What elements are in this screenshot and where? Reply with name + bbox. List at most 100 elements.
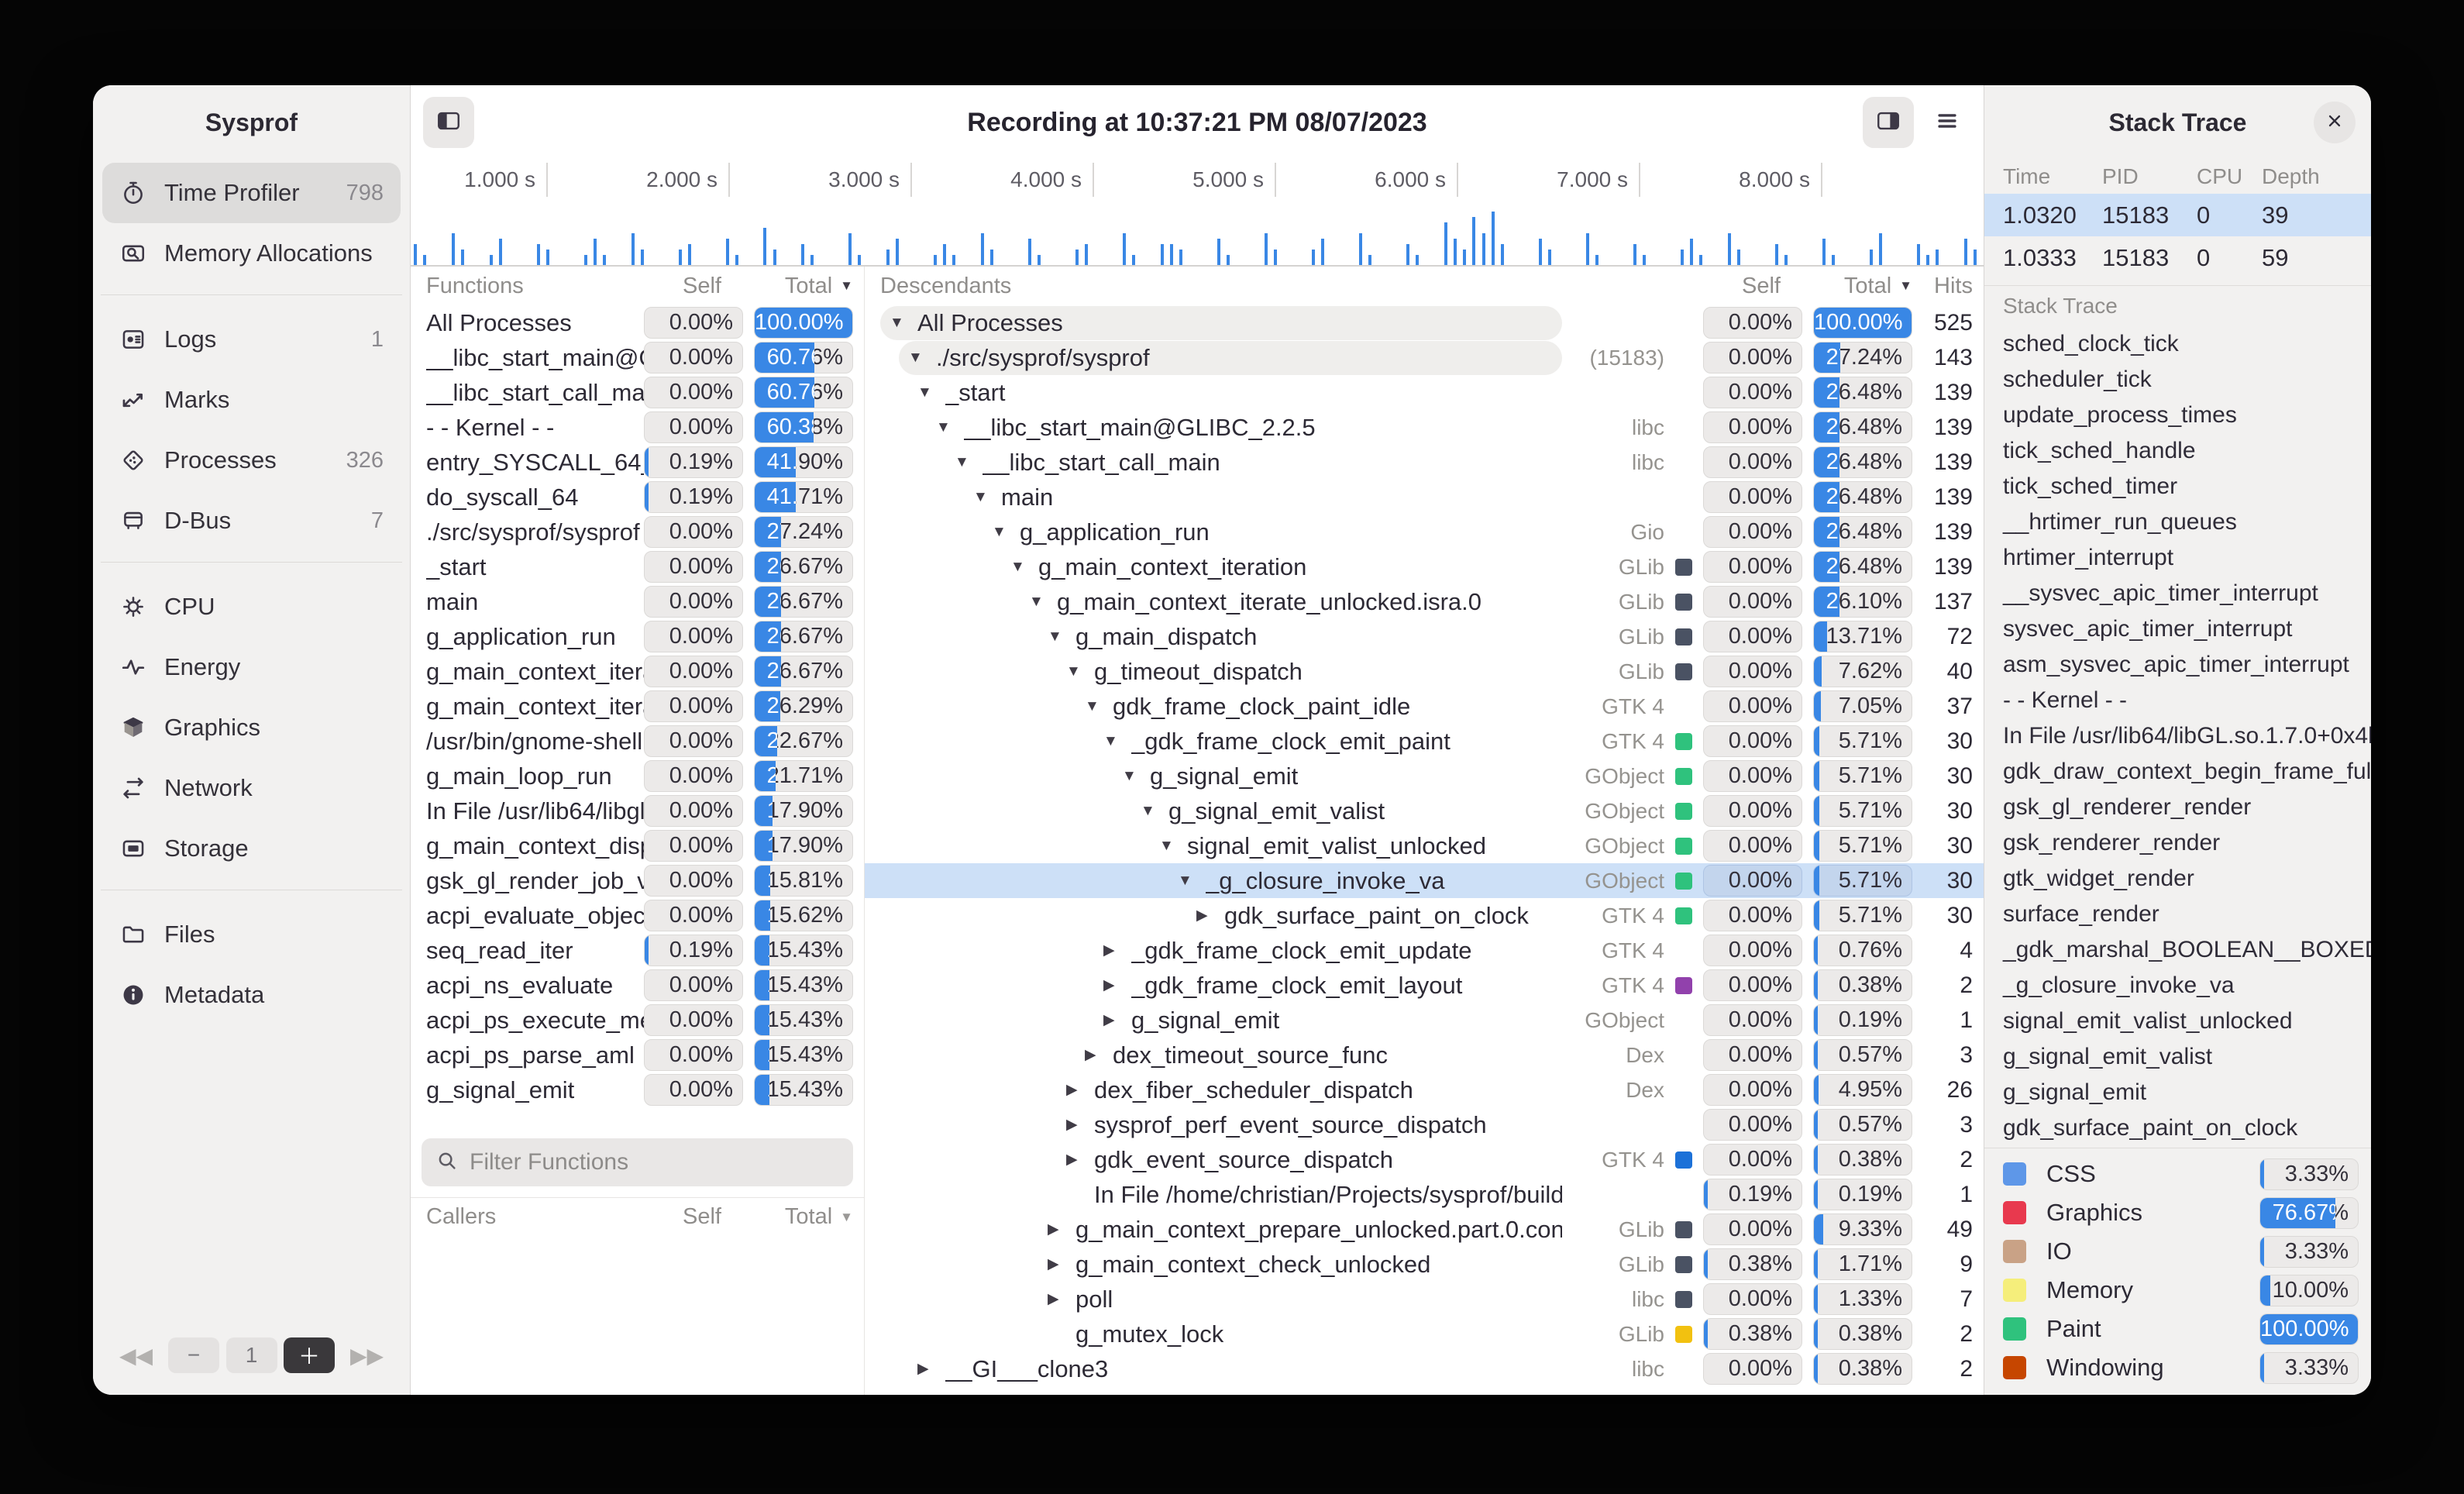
- descendant-row[interactable]: ▶ g_main_context_prepare_unlocked.part.0…: [865, 1212, 1984, 1247]
- sidebar-item-d-bus[interactable]: D-Bus 7: [102, 491, 401, 551]
- descendant-row[interactable]: ▶ g_signal_emit GObject 0.00% 0.00% 0.19…: [865, 1003, 1984, 1038]
- stack-frame[interactable]: gsk_gl_renderer_render: [1984, 790, 2371, 825]
- zoom-in-button[interactable]: ＋: [284, 1337, 335, 1373]
- descendant-row[interactable]: ▶ gdk_event_source_dispatch GTK 4 0.00% …: [865, 1142, 1984, 1177]
- filter-box[interactable]: [422, 1138, 853, 1186]
- stack-frame[interactable]: gdk_surface_paint_on_clock: [1984, 1110, 2371, 1146]
- function-row[interactable]: gsk_gl_render_job_vi 0.00% 0.00% 15.81% …: [411, 863, 864, 898]
- descendant-row[interactable]: ▼ signal_emit_valist_unlocked GObject 0.…: [865, 828, 1984, 863]
- stack-frame[interactable]: tick_sched_timer: [1984, 469, 2371, 504]
- stack-frame[interactable]: update_process_times: [1984, 398, 2371, 433]
- descendant-row[interactable]: ▶ gdk_surface_paint_on_clock GTK 4 0.00%…: [865, 898, 1984, 933]
- stack-frame[interactable]: gdk_draw_context_begin_frame_full: [1984, 754, 2371, 790]
- toggle-panel-button[interactable]: [1863, 97, 1914, 148]
- function-row[interactable]: acpi_ps_parse_aml 0.00% 0.00% 15.43% 15.…: [411, 1038, 864, 1072]
- descendant-row[interactable]: ▼ _start 0.00% 0.00% 26.48% 26.48% 139: [865, 375, 1984, 410]
- sidebar-item-network[interactable]: Network: [102, 758, 401, 818]
- stack-frame[interactable]: g_signal_emit: [1984, 1075, 2371, 1110]
- function-row[interactable]: ./src/sysprof/sysprof 0.00% 0.00% 27.24%…: [411, 515, 864, 549]
- expander-collapsed-icon[interactable]: ▶: [1066, 1081, 1094, 1099]
- toggle-sidebar-button[interactable]: [423, 97, 474, 148]
- stack-frame[interactable]: In File /usr/lib64/libGL.so.1.7.0+0x4b: [1984, 718, 2371, 754]
- function-row[interactable]: g_main_context_itera 0.00% 0.00% 26.67% …: [411, 654, 864, 689]
- cpu-timeline-chart[interactable]: [411, 200, 1984, 267]
- column-depth[interactable]: Depth: [2262, 164, 2352, 189]
- expander-expanded-icon[interactable]: ▼: [1141, 803, 1168, 820]
- expander-collapsed-icon[interactable]: ▶: [1048, 1290, 1075, 1308]
- stack-frame[interactable]: sched_clock_tick: [1984, 326, 2371, 362]
- expander-expanded-icon[interactable]: ▼: [1178, 873, 1206, 890]
- descendant-row[interactable]: ▼ g_main_context_iteration GLib 0.00% 0.…: [865, 549, 1984, 584]
- column-hits[interactable]: Hits: [1923, 274, 1973, 299]
- expander-expanded-icon[interactable]: ▼: [917, 384, 945, 401]
- column-desc-self[interactable]: Self: [1703, 274, 1802, 299]
- sidebar-item-logs[interactable]: Logs 1: [102, 309, 401, 370]
- sidebar-item-metadata[interactable]: Metadata: [102, 965, 401, 1025]
- expander-expanded-icon[interactable]: ▼: [1010, 559, 1038, 576]
- column-time[interactable]: Time: [2003, 164, 2102, 189]
- stack-frame[interactable]: gtk_widget_render: [1984, 861, 2371, 897]
- column-functions[interactable]: Functions: [426, 274, 644, 299]
- column-callers-self[interactable]: Self: [644, 1204, 743, 1230]
- sidebar-item-memory-allocations[interactable]: Memory Allocations: [102, 223, 401, 284]
- sample-row[interactable]: 1.0333 15183 0 59: [1984, 236, 2371, 279]
- descendant-row[interactable]: ▼ __libc_start_call_main libc 0.00% 0.00…: [865, 445, 1984, 480]
- function-row[interactable]: main 0.00% 0.00% 26.67% 26.67%: [411, 584, 864, 619]
- zoom-out-button[interactable]: −: [168, 1337, 219, 1373]
- function-row[interactable]: acpi_evaluate_object 0.00% 0.00% 15.62% …: [411, 898, 864, 933]
- filter-functions-input[interactable]: [470, 1149, 839, 1176]
- stack-frame[interactable]: - - Kernel - -: [1984, 683, 2371, 718]
- stack-frame[interactable]: signal_emit_valist_unlocked: [1984, 1003, 2371, 1039]
- sidebar-item-energy[interactable]: Energy: [102, 637, 401, 697]
- function-row[interactable]: g_main_loop_run 0.00% 0.00% 21.71% 21.71…: [411, 759, 864, 793]
- descendant-row[interactable]: In File /home/christian/Projects/sysprof…: [865, 1177, 1984, 1212]
- expander-expanded-icon[interactable]: ▼: [973, 489, 1001, 506]
- column-callers[interactable]: Callers: [426, 1204, 644, 1230]
- expander-collapsed-icon[interactable]: ▶: [1196, 907, 1224, 924]
- function-row[interactable]: All Processes 0.00% 0.00% 100.00% 100.00…: [411, 305, 864, 340]
- sidebar-item-graphics[interactable]: Graphics: [102, 697, 401, 758]
- function-row[interactable]: g_application_run 0.00% 0.00% 26.67% 26.…: [411, 619, 864, 654]
- stack-frame[interactable]: sysvec_apic_timer_interrupt: [1984, 611, 2371, 647]
- stack-frame[interactable]: __hrtimer_run_queues: [1984, 504, 2371, 540]
- primary-menu-button[interactable]: [1928, 97, 1967, 148]
- expander-expanded-icon[interactable]: ▼: [1029, 594, 1057, 611]
- function-row[interactable]: acpi_ns_evaluate 0.00% 0.00% 15.43% 15.4…: [411, 968, 864, 1003]
- stack-frame[interactable]: gsk_renderer_render: [1984, 825, 2371, 861]
- expander-collapsed-icon[interactable]: ▶: [1048, 1220, 1075, 1238]
- expander-expanded-icon[interactable]: ▼: [955, 454, 983, 471]
- expander-expanded-icon[interactable]: ▼: [936, 419, 964, 436]
- sample-row[interactable]: 1.0320 15183 0 39: [1984, 194, 2371, 236]
- expander-expanded-icon[interactable]: ▼: [1103, 733, 1131, 750]
- stack-frame[interactable]: tick_sched_handle: [1984, 433, 2371, 469]
- descendant-row[interactable]: ▶ poll libc 0.00% 0.00% 1.33% 1.33% 7: [865, 1282, 1984, 1317]
- function-row[interactable]: acpi_ps_execute_met 0.00% 0.00% 15.43% 1…: [411, 1003, 864, 1038]
- descendant-row[interactable]: ▶ __GI___clone3 libc 0.00% 0.00% 0.38% 0…: [865, 1351, 1984, 1386]
- descendant-row[interactable]: g_mutex_lock GLib 0.38% 0.38% 0.38% 0.38…: [865, 1317, 1984, 1351]
- expander-expanded-icon[interactable]: ▼: [908, 349, 936, 367]
- expander-expanded-icon[interactable]: ▼: [1085, 698, 1113, 715]
- expander-collapsed-icon[interactable]: ▶: [1085, 1046, 1113, 1064]
- expander-collapsed-icon[interactable]: ▶: [1066, 1116, 1094, 1134]
- expander-collapsed-icon[interactable]: ▶: [1103, 941, 1131, 959]
- descendant-row[interactable]: ▶ dex_fiber_scheduler_dispatch Dex 0.00%…: [865, 1072, 1984, 1107]
- descendant-row[interactable]: ▼ gdk_frame_clock_paint_idle GTK 4 0.00%…: [865, 689, 1984, 724]
- column-self[interactable]: Self: [644, 274, 743, 299]
- stack-frame[interactable]: scheduler_tick: [1984, 362, 2371, 398]
- sidebar-item-storage[interactable]: Storage: [102, 818, 401, 879]
- descendant-row[interactable]: ▶ _gdk_frame_clock_emit_update GTK 4 0.0…: [865, 933, 1984, 968]
- expander-expanded-icon[interactable]: ▼: [1066, 663, 1094, 680]
- column-callers-total[interactable]: Total▼: [754, 1204, 853, 1230]
- stack-frame[interactable]: g_signal_emit_valist: [1984, 1039, 2371, 1075]
- descendant-row[interactable]: ▼ __libc_start_main@GLIBC_2.2.5 libc 0.0…: [865, 410, 1984, 445]
- stack-frame[interactable]: _gdk_marshal_BOOLEAN__BOXEDv: [1984, 932, 2371, 968]
- column-total[interactable]: Total▼: [754, 274, 853, 299]
- stack-frame[interactable]: hrtimer_interrupt: [1984, 540, 2371, 576]
- stack-frame[interactable]: surface_render: [1984, 897, 2371, 932]
- function-row[interactable]: seq_read_iter 0.19% 0.19% 15.43% 15.43%: [411, 933, 864, 968]
- column-descendants[interactable]: Descendants: [880, 274, 1703, 299]
- function-row[interactable]: __libc_start_call_mai 0.00% 0.00% 60.76%…: [411, 375, 864, 410]
- function-row[interactable]: In File /usr/lib64/libgl 0.00% 0.00% 17.…: [411, 793, 864, 828]
- close-panel-button[interactable]: [2314, 102, 2356, 143]
- descendant-row[interactable]: ▼ main 0.00% 0.00% 26.48% 26.48% 139: [865, 480, 1984, 515]
